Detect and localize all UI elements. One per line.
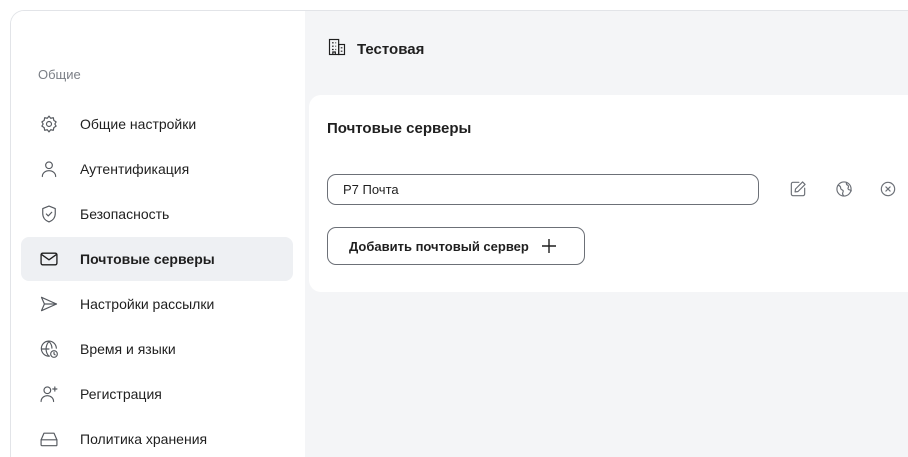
sidebar-item-label: Время и языки — [80, 341, 176, 357]
mail-servers-card: Почтовые серверы Добавить почтовый серве… — [309, 95, 908, 292]
storage-icon — [38, 428, 60, 450]
main-content: Тестовая Почтовые серверы Добавить почто… — [305, 11, 908, 457]
building-icon — [327, 37, 347, 62]
user-icon — [38, 158, 60, 180]
sidebar-item-label: Безопасность — [80, 206, 170, 222]
plus-icon — [541, 238, 557, 254]
send-icon — [38, 293, 60, 315]
sidebar-item-label: Общие настройки — [80, 116, 197, 132]
sidebar-item-label: Регистрация — [80, 386, 162, 402]
sidebar-item-label: Политика хранения — [80, 431, 208, 447]
sidebar-item-authentication[interactable]: Аутентификация — [21, 147, 293, 191]
sidebar: Общие Общие настройки Аутентификация Без… — [11, 11, 305, 457]
sidebar-item-retention-policy[interactable]: Политика хранения — [21, 417, 293, 457]
sidebar-item-general-settings[interactable]: Общие настройки — [21, 102, 293, 146]
shield-check-icon — [38, 203, 60, 225]
card-title: Почтовые серверы — [327, 120, 472, 137]
sidebar-item-label: Настройки рассылки — [80, 296, 215, 312]
gear-icon — [38, 113, 60, 135]
sidebar-item-label: Почтовые серверы — [80, 251, 215, 267]
close-circle-icon[interactable] — [877, 178, 899, 200]
sidebar-item-registration[interactable]: Регистрация — [21, 372, 293, 416]
sidebar-item-time-languages[interactable]: Время и языки — [21, 327, 293, 371]
mail-icon — [38, 248, 60, 270]
sidebar-item-mailing-settings[interactable]: Настройки рассылки — [21, 282, 293, 326]
sidebar-item-label: Аутентификация — [80, 161, 190, 177]
org-header: Тестовая — [327, 37, 424, 62]
sidebar-item-mail-servers[interactable]: Почтовые серверы — [21, 237, 293, 281]
sidebar-item-security[interactable]: Безопасность — [21, 192, 293, 236]
add-mail-server-button[interactable]: Добавить почтовый сервер — [327, 227, 585, 265]
globe-clock-icon — [38, 338, 60, 360]
edit-icon[interactable] — [787, 178, 809, 200]
org-title: Тестовая — [357, 41, 425, 58]
mail-server-field[interactable] — [327, 174, 759, 205]
app-window: Общие Общие настройки Аутентификация Без… — [10, 10, 908, 457]
user-plus-icon — [38, 383, 60, 405]
add-mail-server-label: Добавить почтовый сервер — [349, 238, 529, 254]
globe-icon[interactable] — [833, 178, 855, 200]
sidebar-section-label: Общие — [38, 67, 81, 82]
